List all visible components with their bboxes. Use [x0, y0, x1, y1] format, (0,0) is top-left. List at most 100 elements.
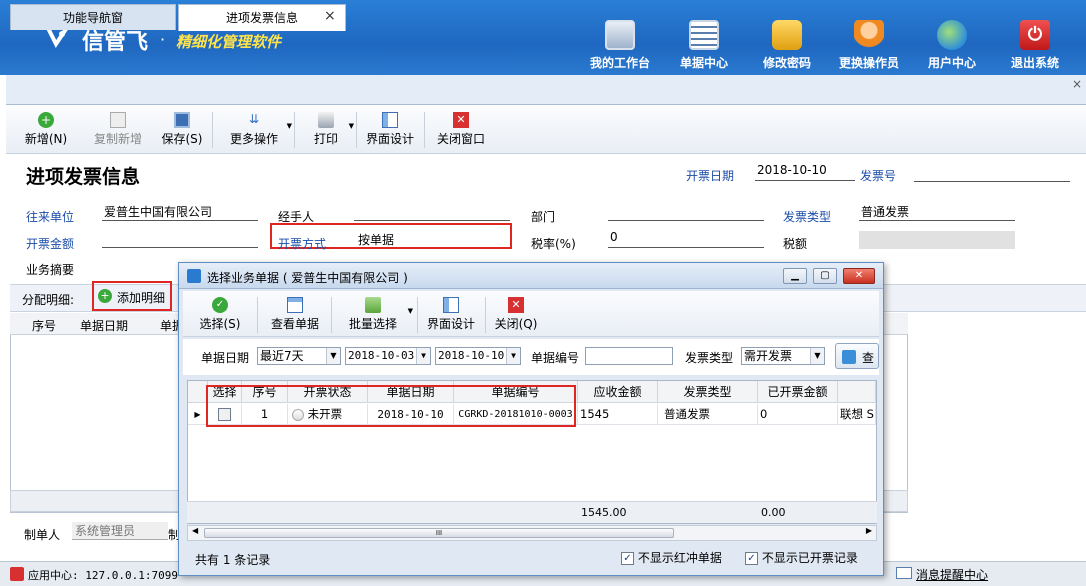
checkbox-checked-icon: ✓ [621, 552, 634, 565]
exit-system-label: 退出系统 [1010, 56, 1059, 70]
date-to-field[interactable]: 2018-10-10 ▼ [435, 347, 521, 365]
tab-function-navigation[interactable]: 功能导航窗 [10, 4, 176, 30]
partner-field[interactable]: 爱普生中国有限公司 [102, 203, 258, 221]
close-x-icon: ✕ [453, 112, 469, 128]
date-range-select[interactable]: 最近7天 ▼ [257, 347, 341, 365]
invoice-type-label: 发票类型 [783, 210, 832, 224]
date-from-field[interactable]: 2018-10-03 ▼ [345, 347, 431, 365]
date-filter-label: 单据日期 [201, 351, 250, 365]
chevron-down-icon: ▼ [506, 348, 520, 364]
view-document-button[interactable]: 查看单据 [265, 297, 325, 337]
search-icon [842, 350, 856, 364]
dialog-interface-design-button[interactable]: 界面设计 [423, 297, 479, 337]
message-center-link[interactable]: 消息提醒中心 [916, 566, 988, 583]
interface-design-button[interactable]: 界面设计 [360, 112, 420, 152]
invoice-type-select[interactable]: 需开发票 ▼ [741, 347, 825, 365]
hide-invoiced-option[interactable]: ✓ 不显示已开票记录 [745, 549, 858, 566]
copy-icon [110, 112, 126, 128]
invoice-method-field[interactable]: 按单据 [358, 231, 498, 247]
document-list-icon [689, 20, 719, 50]
panel-close-icon[interactable]: × [1072, 77, 1082, 91]
more-actions-button[interactable]: ⇊ 更多操作 ▼ [216, 112, 292, 152]
dialog-title: 选择业务单据 ( 爱普生中国有限公司 ) [207, 271, 408, 285]
change-password-button[interactable]: 修改密码 [747, 20, 827, 71]
save-label: 保存(S) [161, 132, 203, 146]
invoice-method-label: 开票方式 [278, 237, 327, 251]
batch-select-button[interactable]: 批量选择 ▼ [337, 297, 413, 337]
grid-total-row: 1545.00 0.00 [187, 501, 877, 523]
add-detail-label: 添加明细 [117, 291, 166, 305]
row-extra: 联想 S [838, 404, 876, 425]
horizontal-scrollbar[interactable]: ◀ III ▶ [187, 525, 877, 541]
maker-field: 系统管理员 [72, 522, 168, 540]
column-header-invoice-type[interactable]: 发票类型 [658, 381, 758, 403]
tax-amount-label: 税额 [783, 237, 808, 251]
tab-bar [6, 75, 1086, 105]
hide-invoiced-label: 不显示已开票记录 [761, 551, 858, 565]
invoice-type-filter-label: 发票类型 [685, 351, 734, 365]
user-center-button[interactable]: 用户中心 [912, 20, 992, 71]
toolbar-divider [257, 297, 258, 333]
maximize-button[interactable]: ▢ [813, 268, 837, 284]
toolbar-divider [417, 297, 418, 333]
highlight-box [206, 385, 576, 427]
dialog-close-button[interactable]: ✕ [843, 268, 875, 284]
dialog-close-action-button[interactable]: ✕ 关闭(Q) [491, 297, 541, 337]
tab-close-icon[interactable]: × [324, 8, 336, 24]
document-view-icon [287, 297, 303, 313]
handler-field[interactable] [354, 203, 510, 221]
scroll-left-icon[interactable]: ◀ [192, 526, 198, 535]
add-detail-button[interactable]: + 添加明细 [98, 288, 168, 306]
invoice-date-field[interactable]: 2018-10-10 [755, 163, 855, 181]
search-button[interactable]: 查 [835, 343, 879, 369]
tab-input-invoice[interactable]: 进项发票信息 [178, 4, 346, 31]
business-summary-label: 业务摘要 [26, 263, 75, 277]
column-header-extra[interactable] [838, 381, 876, 403]
my-workbench-button[interactable]: 我的工作台 [580, 20, 660, 71]
exit-system-button[interactable]: ⏻ 退出系统 [995, 20, 1075, 71]
print-button[interactable]: 打印 ▼ [300, 112, 354, 152]
document-center-button[interactable]: 单据中心 [664, 20, 744, 71]
column-header-seq: 序号 [32, 319, 57, 333]
printer-icon [318, 112, 334, 128]
row-pointer-icon: ▶ [188, 404, 208, 425]
toolbar-divider [485, 297, 486, 333]
scroll-thumb[interactable]: III [204, 528, 674, 538]
print-label: 打印 [313, 132, 338, 146]
dropdown-arrow-icon: ▼ [407, 307, 413, 315]
select-label: 选择(S) [199, 317, 241, 331]
column-header-invoiced[interactable]: 已开票金额 [758, 381, 838, 403]
scroll-right-icon[interactable]: ▶ [866, 526, 872, 535]
more-actions-label: 更多操作 [229, 132, 278, 146]
invoice-number-field[interactable] [914, 164, 1070, 182]
invoice-amount-field[interactable] [102, 230, 258, 248]
hide-red-option[interactable]: ✓ 不显示红冲单据 [621, 549, 722, 566]
document-number-input[interactable] [585, 347, 673, 365]
brand-separator: · [160, 30, 166, 49]
toolbar-divider [424, 112, 425, 148]
checkbox-checked-icon: ✓ [745, 552, 758, 565]
copy-new-button[interactable]: 复制新增 [88, 112, 148, 152]
close-window-button[interactable]: ✕ 关闭窗口 [430, 112, 492, 152]
chevron-down-icon: ▼ [416, 348, 430, 364]
toolbar-divider [356, 112, 357, 148]
column-header-receivable[interactable]: 应收金额 [578, 381, 658, 403]
department-field[interactable] [608, 203, 764, 221]
new-button[interactable]: + 新增(N) [20, 112, 72, 152]
user-icon [854, 20, 884, 50]
switch-operator-button[interactable]: 更换操作员 [829, 20, 909, 71]
save-button[interactable]: 保存(S) [154, 112, 210, 152]
dialog-logo-icon [187, 269, 201, 283]
close-x-icon: ✕ [508, 297, 524, 313]
date-to-value: 2018-10-10 [438, 349, 505, 362]
dropdown-arrow-icon: ▼ [286, 122, 292, 130]
total-receivable: 1545.00 [581, 506, 627, 519]
globe-icon [937, 20, 967, 50]
add-icon: + [38, 112, 54, 128]
page-title: 进项发票信息 [26, 166, 141, 188]
select-button[interactable]: ✓ 选择(S) [197, 297, 243, 337]
minimize-button[interactable]: ▁ [783, 268, 807, 284]
tax-rate-field[interactable]: 0 [608, 230, 764, 248]
invoice-amount-label: 开票金额 [26, 237, 75, 251]
invoice-type-field[interactable]: 普通发票 [859, 203, 1015, 221]
